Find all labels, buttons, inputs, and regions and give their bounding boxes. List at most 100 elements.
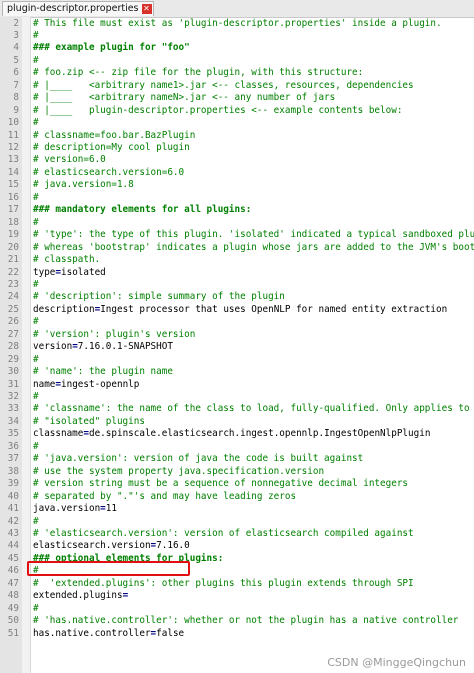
line-number: 7 <box>13 79 19 91</box>
code-line[interactable]: 31 name=ingest-opennlp <box>0 379 474 391</box>
code-line[interactable]: 17 ### mandatory elements for all plugins… <box>0 204 474 216</box>
line-number: 38 <box>7 465 19 477</box>
line-number: 35 <box>7 428 19 440</box>
code-line[interactable]: 9 # |____ plugin-descriptor.properties <-… <box>0 105 474 117</box>
code-line[interactable]: 37 # 'java.version': version of java the … <box>0 453 474 465</box>
comment-text: # <box>33 216 39 228</box>
code-line[interactable]: 7 # |____ <arbitrary name1>.jar <-- class… <box>0 80 474 92</box>
comment-text: # <box>33 515 39 527</box>
property-key: classname <box>33 428 84 440</box>
property-value: Ingest processor that uses OpenNLP for n… <box>100 303 448 315</box>
line-number: 33 <box>7 403 19 415</box>
comment-text: # classpath. <box>33 254 101 266</box>
property-value: de.spinscale.elasticsearch.ingest.opennl… <box>88 428 431 440</box>
code-line[interactable]: 12 # description=My cool plugin <box>0 142 474 154</box>
code-line[interactable]: 26 # <box>0 316 474 328</box>
code-line[interactable]: 24 # 'description': simple summary of the… <box>0 291 474 303</box>
property-key: has.native.controller <box>33 627 151 639</box>
line-number: 22 <box>7 266 19 278</box>
code-line[interactable]: 40 # separated by "."'s and may have lead… <box>0 491 474 503</box>
code-line[interactable]: 4 ### example plugin for "foo" <box>0 42 474 54</box>
line-number: 49 <box>7 602 19 614</box>
comment-text: # whereas 'bootstrap' indicates a plugin… <box>33 241 474 253</box>
property-value: false <box>156 627 185 639</box>
code-line[interactable]: 30 # 'name': the plugin name <box>0 366 474 378</box>
file-tab[interactable]: plugin-descriptor.properties ✕ <box>2 1 154 16</box>
code-line[interactable]: 11 # classname=foo.bar.BazPlugin <box>0 130 474 142</box>
code-line[interactable]: 32 # <box>0 391 474 403</box>
line-number: 20 <box>7 241 19 253</box>
equals-operator: = <box>122 590 129 602</box>
property-key: extended.plugins <box>33 590 123 602</box>
line-number: 43 <box>7 527 19 539</box>
section-comment: ### example plugin for "foo" <box>33 42 190 54</box>
code-line[interactable]: 48 extended.plugins= <box>0 590 474 602</box>
code-line[interactable]: 14 # elasticsearch.version=6.0 <box>0 167 474 179</box>
code-line[interactable]: 6 # foo.zip <-- zip file for the plugin, … <box>0 67 474 79</box>
code-line[interactable]: 18 # <box>0 217 474 229</box>
code-line[interactable]: 42 # <box>0 516 474 528</box>
line-number: 47 <box>7 577 19 589</box>
code-line[interactable]: 43 # 'elasticsearch.version': version of … <box>0 528 474 540</box>
line-number: 34 <box>7 415 19 427</box>
comment-text: # separated by "."'s and may have leadin… <box>33 490 297 502</box>
code-line[interactable]: 21 # classpath. <box>0 254 474 266</box>
line-number: 19 <box>7 229 19 241</box>
comment-text: # <box>33 602 39 614</box>
property-value: ingest-opennlp <box>61 378 140 390</box>
code-line[interactable]: 13 # version=6.0 <box>0 154 474 166</box>
code-line[interactable]: 3 # <box>0 30 474 42</box>
line-number: 44 <box>7 540 19 552</box>
code-line[interactable]: 2 # This file must exist as 'plugin-descr… <box>0 18 474 30</box>
code-line[interactable]: 36 # <box>0 441 474 453</box>
code-line[interactable]: 23 # <box>0 279 474 291</box>
code-line[interactable]: 5 # <box>0 55 474 67</box>
code-line[interactable]: 51 has.native.controller=false <box>0 628 474 640</box>
code-line[interactable]: 10 # <box>0 117 474 129</box>
comment-text: # 'version': plugin's version <box>33 328 196 340</box>
highlight-annotation-box <box>27 561 190 576</box>
code-line[interactable]: 29 # <box>0 354 474 366</box>
line-number: 40 <box>7 490 19 502</box>
line-number: 9 <box>13 104 19 116</box>
section-comment: ### mandatory elements for all plugins: <box>33 204 252 216</box>
comment-text: # |____ <arbitrary name1>.jar <-- classe… <box>33 79 414 91</box>
code-line[interactable]: 8 # |____ <arbitrary nameN>.jar <-- any n… <box>0 92 474 104</box>
code-line[interactable]: 44 elasticsearch.version=7.16.0 <box>0 540 474 552</box>
comment-text: # use the system property java.specifica… <box>33 465 325 477</box>
line-number: 28 <box>7 341 19 353</box>
code-line[interactable]: 34 # "isolated" plugins <box>0 416 474 428</box>
line-number: 23 <box>7 278 19 290</box>
code-line[interactable]: 39 # version string must be a sequence of… <box>0 478 474 490</box>
tab-bar: plugin-descriptor.properties ✕ <box>0 0 474 18</box>
code-line[interactable]: 25 description=Ingest processor that uses… <box>0 304 474 316</box>
property-value: 7.16.0 <box>156 540 190 552</box>
code-line[interactable]: 28 version=7.16.0.1-SNAPSHOT <box>0 341 474 353</box>
comment-text: # 'name': the plugin name <box>33 366 173 378</box>
code-line[interactable]: 49 # <box>0 603 474 615</box>
code-line[interactable]: 47 # 'extended.plugins': other plugins th… <box>0 578 474 590</box>
code-line[interactable]: 41 java.version=11 <box>0 503 474 515</box>
property-value: 7.16.0.1-SNAPSHOT <box>77 341 173 353</box>
comment-text: # 'extended.plugins': other plugins this… <box>33 577 414 589</box>
line-number: 51 <box>7 627 19 639</box>
line-number: 6 <box>13 67 19 79</box>
close-icon[interactable]: ✕ <box>141 4 152 14</box>
code-line[interactable]: 33 # 'classname': the name of the class t… <box>0 403 474 415</box>
comment-text: # <box>33 191 39 203</box>
line-number: 2 <box>13 17 19 29</box>
code-line[interactable]: 35 classname=de.spinscale.elasticsearch.i… <box>0 428 474 440</box>
comment-text: # foo.zip <-- zip file for the plugin, w… <box>33 67 364 79</box>
code-line[interactable]: 50 # 'has.native.controller': whether or … <box>0 615 474 627</box>
code-line[interactable]: 22 type=isolated <box>0 267 474 279</box>
code-line[interactable]: 27 # 'version': plugin's version <box>0 329 474 341</box>
code-line[interactable]: 16 # <box>0 192 474 204</box>
comment-text: # classname=foo.bar.BazPlugin <box>33 129 196 141</box>
line-number: 21 <box>7 254 19 266</box>
comment-text: # 'type': the type of this plugin. 'isol… <box>33 229 474 241</box>
code-line[interactable]: 19 # 'type': the type of this plugin. 'is… <box>0 229 474 241</box>
code-line[interactable]: 15 # java.version=1.8 <box>0 179 474 191</box>
code-line[interactable]: 20 # whereas 'bootstrap' indicates a plug… <box>0 242 474 254</box>
line-number: 8 <box>13 92 19 104</box>
code-line[interactable]: 38 # use the system property java.specifi… <box>0 466 474 478</box>
